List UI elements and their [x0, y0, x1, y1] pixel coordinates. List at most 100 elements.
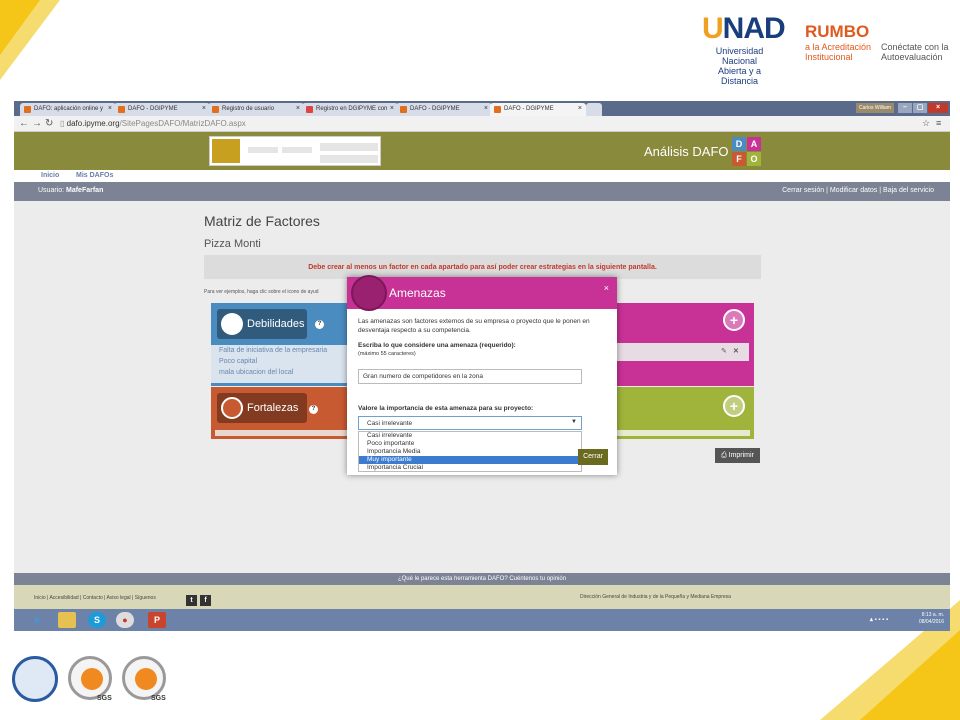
add-oportunidad-button[interactable]: +	[723, 395, 745, 417]
gmail-icon	[306, 106, 313, 113]
list-item[interactable]: Falta de iniciativa de la empresaria	[211, 345, 356, 356]
colombia-seal-logo	[12, 656, 58, 702]
cerrar-button[interactable]: Cerrar	[578, 449, 608, 465]
menu-item-inicio[interactable]: Inicio	[41, 172, 59, 179]
main-content: Matriz de Factores Pizza Monti Debe crea…	[14, 201, 950, 573]
facebook-icon[interactable]: f	[200, 595, 211, 606]
delete-icon[interactable]: ✕	[733, 347, 739, 355]
quadrant-fortalezas: Fortalezas ?	[211, 387, 356, 439]
amenaza-input[interactable]: Gran numero de competidores en la zona	[358, 369, 582, 384]
page-icon: ▯	[60, 119, 67, 128]
dropdown-option[interactable]: Importancia Media	[359, 448, 581, 456]
url-field[interactable]: ▯ dafo.ipyme.org/SitePagesDAFO/MatrizDAF…	[60, 118, 246, 130]
gov-logo-text	[320, 155, 378, 163]
browser-tab-3[interactable]: Registro de usuario ×	[208, 103, 304, 116]
footer-ministry: Dirección General de Industria y de la P…	[580, 594, 731, 600]
modal-title: Amenazas	[389, 286, 446, 300]
dropdown-option[interactable]: Importancia Crucial	[359, 464, 581, 472]
close-tab-icon[interactable]: ×	[390, 105, 394, 112]
help-icon[interactable]: ?	[315, 320, 324, 329]
close-icon[interactable]: ×	[604, 283, 609, 293]
rumbo-side2: Autoevaluación	[881, 52, 943, 62]
maximize-button[interactable]: ▢	[913, 103, 927, 113]
modal-intro: Las amenazas son factores externos de su…	[358, 318, 590, 334]
windows-taskbar: e S ● P ▴ ▪ ▪ ▪ ▪ 8:13 a. m. 08/04/2016	[14, 609, 950, 631]
chrome-icon[interactable]: ●	[116, 612, 134, 628]
powerpoint-icon[interactable]: P	[148, 612, 166, 628]
site-header: Análisis DAFO D A F O	[14, 132, 950, 170]
skype-icon[interactable]: S	[88, 612, 106, 628]
company-name: Pizza Monti	[204, 238, 261, 250]
close-tab-icon[interactable]: ×	[296, 105, 300, 112]
unad-nad: NAD	[722, 12, 786, 45]
amenazas-item-row[interactable]: ✎ ✕	[609, 343, 749, 361]
print-button[interactable]: ⎙ Imprimir	[715, 448, 760, 463]
tab-label: DAFO: aplicación online y	[34, 106, 104, 112]
dropdown-option[interactable]: Casi irrelevante	[359, 432, 581, 440]
footer-links[interactable]: Inicio | Accesibilidad | Contacto | Avis…	[34, 595, 156, 601]
add-amenaza-button[interactable]: +	[723, 309, 745, 331]
new-tab-button[interactable]	[586, 103, 602, 116]
close-tab-icon[interactable]: ×	[578, 105, 582, 112]
user-links[interactable]: Cerrar sesión | Modificar datos | Baja d…	[782, 187, 934, 194]
back-icon[interactable]: ←	[19, 118, 29, 129]
fortalezas-list	[215, 430, 352, 436]
menu-icon[interactable]: ≡	[936, 118, 941, 128]
opinion-banner[interactable]: ¿Qué le parece esta herramienta DAFO? Cu…	[14, 573, 950, 585]
ie-icon[interactable]: e	[28, 612, 46, 628]
clock: 8:13 a. m. 08/04/2016	[919, 612, 944, 626]
browser-tab-1[interactable]: DAFO: aplicación online y ×	[20, 103, 116, 116]
browser-tab-4[interactable]: Registro en DGIPYME con ×	[302, 103, 398, 116]
dafo-logo: D A F O	[732, 137, 762, 167]
rumbo-side1: Conéctate con la	[881, 42, 949, 52]
list-item[interactable]: mala ubicacion del local	[211, 367, 356, 378]
edit-icon[interactable]: ✎	[721, 347, 727, 355]
presentation-slide: UNAD Universidad Nacional Abierta y a Di…	[0, 0, 960, 720]
dafo-letter-f: F	[732, 152, 746, 166]
debilidades-header: Debilidades	[217, 309, 307, 339]
quadrant-oportunidades: +	[609, 387, 754, 439]
browser-tab-2[interactable]: DAFO - DGIPYME ×	[114, 103, 210, 116]
close-tab-icon[interactable]: ×	[108, 105, 112, 112]
forward-icon[interactable]: →	[32, 118, 42, 129]
sgs-certification-logo: SGS	[68, 656, 112, 702]
sgs-certification-logo: SGS	[122, 656, 166, 702]
chevron-down-icon: ▼	[571, 419, 577, 425]
menu-item-mis-dafos[interactable]: Mis DAFOs	[76, 172, 113, 179]
list-item[interactable]: Poco capital	[211, 356, 356, 367]
twitter-icon[interactable]: t	[186, 595, 197, 606]
site-footer: Inicio | Accesibilidad | Contacto | Avis…	[14, 585, 950, 609]
close-tab-icon[interactable]: ×	[484, 105, 488, 112]
help-icon[interactable]: ?	[309, 405, 318, 414]
amenazas-modal: Amenazas × Las amenazas son factores ext…	[347, 275, 617, 475]
close-window-button[interactable]: ×	[928, 103, 948, 113]
system-tray-icons[interactable]: ▴ ▪ ▪ ▪ ▪	[854, 612, 904, 628]
minimize-button[interactable]: –	[898, 103, 912, 113]
dropdown-option[interactable]: Poco importante	[359, 440, 581, 448]
dropdown-option-selected[interactable]: Muy importante	[359, 456, 581, 464]
browser-window: DAFO: aplicación online y × DAFO - DGIPYM…	[14, 101, 950, 631]
fortalezas-header: Fortalezas	[217, 393, 307, 423]
print-label: Imprimir	[728, 452, 754, 459]
browser-tab-5[interactable]: DAFO - DGIPYME ×	[396, 103, 492, 116]
tab-label: DAFO - DGIPYME	[128, 106, 178, 112]
clock-time: 8:13 a. m.	[921, 612, 944, 618]
folder-icon[interactable]	[58, 612, 76, 628]
page-title: Matriz de Factores	[204, 213, 320, 229]
url-path: /SitePagesDAFO/MatrizDAFO.aspx	[119, 119, 246, 128]
url-host: dafo.ipyme.org	[66, 119, 120, 128]
bookmark-star-icon[interactable]: ☆	[922, 118, 930, 129]
gov-logo-text	[320, 143, 378, 151]
refresh-icon	[221, 397, 243, 419]
reload-icon[interactable]: ↻	[45, 118, 53, 129]
tab-favicon-icon	[118, 106, 125, 113]
check-icon	[135, 668, 157, 690]
profile-button[interactable]: Carlos William	[856, 103, 894, 113]
tab-label: DAFO - DGIPYME	[410, 106, 460, 112]
warning-message: Debe crear al menos un factor en cada ap…	[204, 255, 761, 279]
importance-select[interactable]: Casi irrelevante ▼	[358, 416, 582, 430]
browser-tab-6-active[interactable]: DAFO - DGIPYME ×	[490, 103, 586, 116]
importance-select-value: Casi irrelevante	[367, 420, 413, 427]
biohazard-icon	[351, 275, 387, 311]
close-tab-icon[interactable]: ×	[202, 105, 206, 112]
